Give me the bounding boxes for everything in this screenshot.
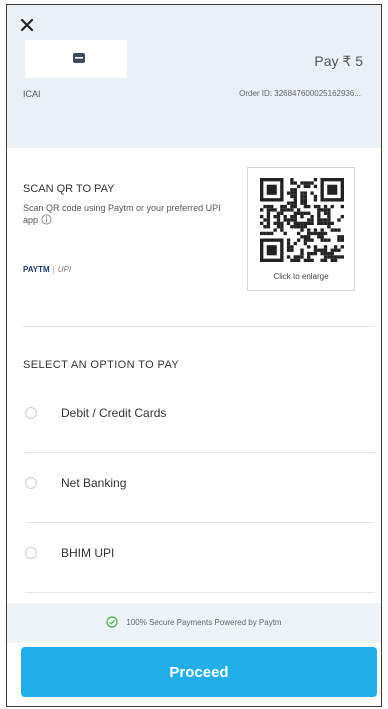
paytm-logo: PAYTM — [23, 265, 50, 274]
scan-qr-title: SCAN QR TO PAY — [23, 183, 115, 195]
proceed-button[interactable]: Proceed — [21, 647, 377, 697]
payment-dialog: Pay ₹ 5 ICAI Order ID: 32684760002516293… — [6, 4, 382, 707]
option-divider — [25, 452, 375, 453]
radio-button[interactable] — [25, 547, 37, 559]
option-net-banking[interactable]: Net Banking — [7, 457, 381, 523]
scan-qr-description: Scan QR code using Paytm or your preferr… — [23, 202, 233, 226]
option-divider — [25, 522, 375, 523]
option-divider — [25, 592, 375, 593]
brand-separator: | — [52, 265, 55, 274]
select-option-title: SELECT AN OPTION TO PAY — [23, 359, 180, 371]
radio-button[interactable] — [25, 407, 37, 419]
radio-button[interactable] — [25, 477, 37, 489]
option-label: Net Banking — [61, 476, 127, 490]
pay-amount: Pay ₹ 5 — [314, 53, 363, 69]
shield-check-icon — [106, 616, 119, 628]
merchant-name: ICAI — [23, 89, 41, 99]
secure-payments-text: 100% Secure Payments Powered by Paytm — [126, 618, 282, 627]
secure-payments-line: 100% Secure Payments Powered by Paytm — [7, 616, 381, 628]
info-icon[interactable] — [41, 214, 52, 225]
option-label: Debit / Credit Cards — [61, 406, 167, 420]
merchant-logo — [25, 40, 127, 78]
payment-header: Pay ₹ 5 ICAI Order ID: 32684760002516293… — [7, 5, 381, 148]
scan-qr-description-text: Scan QR code using Paytm or your preferr… — [23, 203, 221, 225]
section-divider — [23, 326, 375, 327]
order-id: Order ID: 326847600025162936... — [239, 89, 361, 98]
qr-enlarge-caption[interactable]: Click to enlarge — [248, 272, 354, 281]
option-debit-credit-cards[interactable]: Debit / Credit Cards — [7, 387, 381, 453]
qr-code-box[interactable]: Click to enlarge — [247, 167, 355, 291]
upi-logo: UPI — [57, 265, 72, 274]
option-label: BHIM UPI — [61, 546, 115, 560]
card-icon — [73, 53, 85, 63]
qr-code[interactable] — [260, 178, 344, 262]
option-bhim-upi[interactable]: BHIM UPI — [7, 527, 381, 593]
secure-payments-bar: 100% Secure Payments Powered by Paytm — [7, 603, 381, 643]
payment-brands: PAYTM | UPI — [23, 265, 71, 274]
close-icon[interactable] — [19, 17, 35, 33]
